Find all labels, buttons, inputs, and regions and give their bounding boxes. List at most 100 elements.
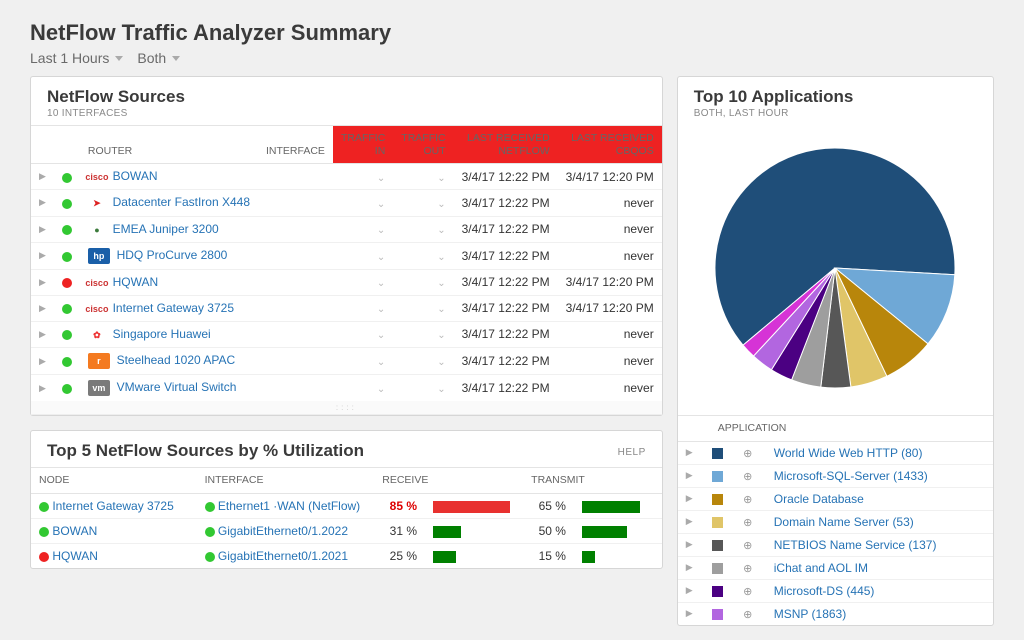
expand-toggle[interactable]: ▶ <box>678 602 704 625</box>
last-cbqos: 3/4/17 12:20 PM <box>558 295 662 321</box>
traffic-out-toggle[interactable]: ⌄ <box>437 225 445 236</box>
traffic-out-toggle[interactable]: ⌄ <box>437 173 445 184</box>
application-link[interactable]: MSNP (1863) <box>774 607 846 621</box>
traffic-out-toggle[interactable]: ⌄ <box>437 384 445 395</box>
expand-toggle[interactable]: ▶ <box>31 269 54 295</box>
status-dot <box>205 502 215 512</box>
application-link[interactable]: Microsoft-SQL-Server (1433) <box>774 469 928 483</box>
traffic-in-toggle[interactable]: ⌄ <box>377 384 385 395</box>
resize-handle[interactable]: :::: <box>31 401 662 415</box>
application-link[interactable]: World Wide Web HTTP (80) <box>774 446 923 460</box>
traffic-out-toggle[interactable]: ⌄ <box>437 278 445 289</box>
traffic-in-toggle[interactable]: ⌄ <box>377 199 385 210</box>
expand-toggle[interactable]: ▶ <box>31 242 54 269</box>
col-router: ROUTER <box>80 126 258 164</box>
traffic-in-toggle[interactable]: ⌄ <box>377 252 385 263</box>
table-row: ▶r Steelhead 1020 APAC⌄⌄3/4/17 12:22 PMn… <box>31 348 662 375</box>
router-link[interactable]: Internet Gateway 3725 <box>113 301 234 315</box>
applications-pie-chart[interactable] <box>700 133 970 403</box>
top-applications-panel: Top 10 Applications BOTH, LAST HOUR APPL… <box>677 76 994 626</box>
expand-toggle[interactable]: ▶ <box>31 375 54 402</box>
expand-toggle[interactable]: ▶ <box>678 441 704 464</box>
interface-link[interactable]: GigabitEthernet0/1.2021 <box>218 549 348 563</box>
router-link[interactable]: BOWAN <box>113 169 158 183</box>
last-netflow: 3/4/17 12:22 PM <box>454 190 558 217</box>
application-icon: ⊕ <box>742 585 754 597</box>
last-netflow: 3/4/17 12:22 PM <box>454 321 558 348</box>
legend-swatch <box>712 517 723 528</box>
last-netflow: 3/4/17 12:22 PM <box>454 295 558 321</box>
expand-toggle[interactable]: ▶ <box>678 487 704 510</box>
vendor-brocade-icon: ➤ <box>88 197 106 211</box>
router-link[interactable]: Steelhead 1020 APAC <box>117 353 236 367</box>
expand-toggle[interactable]: ▶ <box>31 164 54 190</box>
expand-toggle[interactable]: ▶ <box>678 533 704 556</box>
table-row: HQWAN GigabitEthernet0/1.202125 %15 % <box>31 543 662 568</box>
legend-swatch <box>712 471 723 482</box>
application-link[interactable]: NETBIOS Name Service (137) <box>774 538 937 552</box>
expand-toggle[interactable]: ▶ <box>31 348 54 375</box>
legend-row: ▶ ⊕ Domain Name Server (53) <box>678 510 993 533</box>
traffic-in-toggle[interactable]: ⌄ <box>377 330 385 341</box>
legend-row: ▶ ⊕ Oracle Database <box>678 487 993 510</box>
receive-bar <box>433 551 456 563</box>
traffic-out-toggle[interactable]: ⌄ <box>437 199 445 210</box>
expand-toggle[interactable]: ▶ <box>31 321 54 348</box>
last-netflow: 3/4/17 12:22 PM <box>454 242 558 269</box>
node-link[interactable]: Internet Gateway 3725 <box>52 499 173 513</box>
receive-pct: 25 % <box>390 549 417 563</box>
status-dot <box>62 225 72 235</box>
traffic-in-toggle[interactable]: ⌄ <box>377 225 385 236</box>
traffic-in-toggle[interactable]: ⌄ <box>377 357 385 368</box>
vendor-cisco-icon: cisco <box>88 170 106 184</box>
expand-toggle[interactable]: ▶ <box>678 579 704 602</box>
router-link[interactable]: Datacenter FastIron X448 <box>113 195 250 209</box>
last-cbqos: never <box>558 216 662 242</box>
last-netflow: 3/4/17 12:22 PM <box>454 216 558 242</box>
expand-toggle[interactable]: ▶ <box>31 295 54 321</box>
application-icon: ⊕ <box>742 562 754 574</box>
legend-row: ▶⊕NETBIOS Name Service (137) <box>678 533 993 556</box>
help-link[interactable]: HELP <box>618 447 646 458</box>
last-netflow: 3/4/17 12:22 PM <box>454 348 558 375</box>
application-link[interactable]: Domain Name Server (53) <box>774 515 914 529</box>
expand-toggle[interactable]: ▶ <box>678 510 704 533</box>
router-link[interactable]: VMware Virtual Switch <box>117 380 237 394</box>
vendor-huawei-icon: ✿ <box>88 328 106 342</box>
router-link[interactable]: Singapore Huawei <box>113 327 211 341</box>
traffic-in-toggle[interactable]: ⌄ <box>377 173 385 184</box>
router-link[interactable]: HQWAN <box>113 275 159 289</box>
direction-select[interactable]: Both <box>137 50 180 66</box>
last-cbqos: 3/4/17 12:20 PM <box>558 164 662 190</box>
application-icon: ⊕ <box>742 516 754 528</box>
node-link[interactable]: HQWAN <box>52 549 98 563</box>
expand-toggle[interactable]: ▶ <box>31 216 54 242</box>
interface-link[interactable]: Ethernet1 ·WAN (NetFlow) <box>218 499 360 513</box>
traffic-out-toggle[interactable]: ⌄ <box>437 304 445 315</box>
application-link[interactable]: Oracle Database <box>774 492 864 506</box>
table-row: BOWAN GigabitEthernet0/1.202231 %50 % <box>31 518 662 543</box>
col-traffic-in: TRAFFICIN <box>333 126 393 164</box>
last-cbqos: never <box>558 321 662 348</box>
col-node: NODE <box>31 468 197 494</box>
traffic-in-toggle[interactable]: ⌄ <box>377 278 385 289</box>
application-link[interactable]: iChat and AOL IM <box>774 561 868 575</box>
traffic-out-toggle[interactable]: ⌄ <box>437 252 445 263</box>
router-link[interactable]: EMEA Juniper 3200 <box>113 222 219 236</box>
expand-toggle[interactable]: ▶ <box>31 190 54 217</box>
interface-link[interactable]: GigabitEthernet0/1.2022 <box>218 524 348 538</box>
application-icon: ⊕ <box>742 447 754 459</box>
traffic-in-toggle[interactable]: ⌄ <box>377 304 385 315</box>
status-dot <box>62 173 72 183</box>
expand-toggle[interactable]: ▶ <box>678 464 704 487</box>
router-link[interactable]: HDQ ProCurve 2800 <box>117 248 228 262</box>
application-icon: ⊕ <box>742 493 754 505</box>
expand-toggle[interactable]: ▶ <box>678 556 704 579</box>
traffic-out-toggle[interactable]: ⌄ <box>437 357 445 368</box>
status-dot <box>62 252 72 262</box>
time-range-select[interactable]: Last 1 Hours <box>30 50 123 66</box>
application-link[interactable]: Microsoft-DS (445) <box>774 584 875 598</box>
traffic-out-toggle[interactable]: ⌄ <box>437 330 445 341</box>
transmit-pct: 50 % <box>539 524 566 538</box>
node-link[interactable]: BOWAN <box>52 524 97 538</box>
